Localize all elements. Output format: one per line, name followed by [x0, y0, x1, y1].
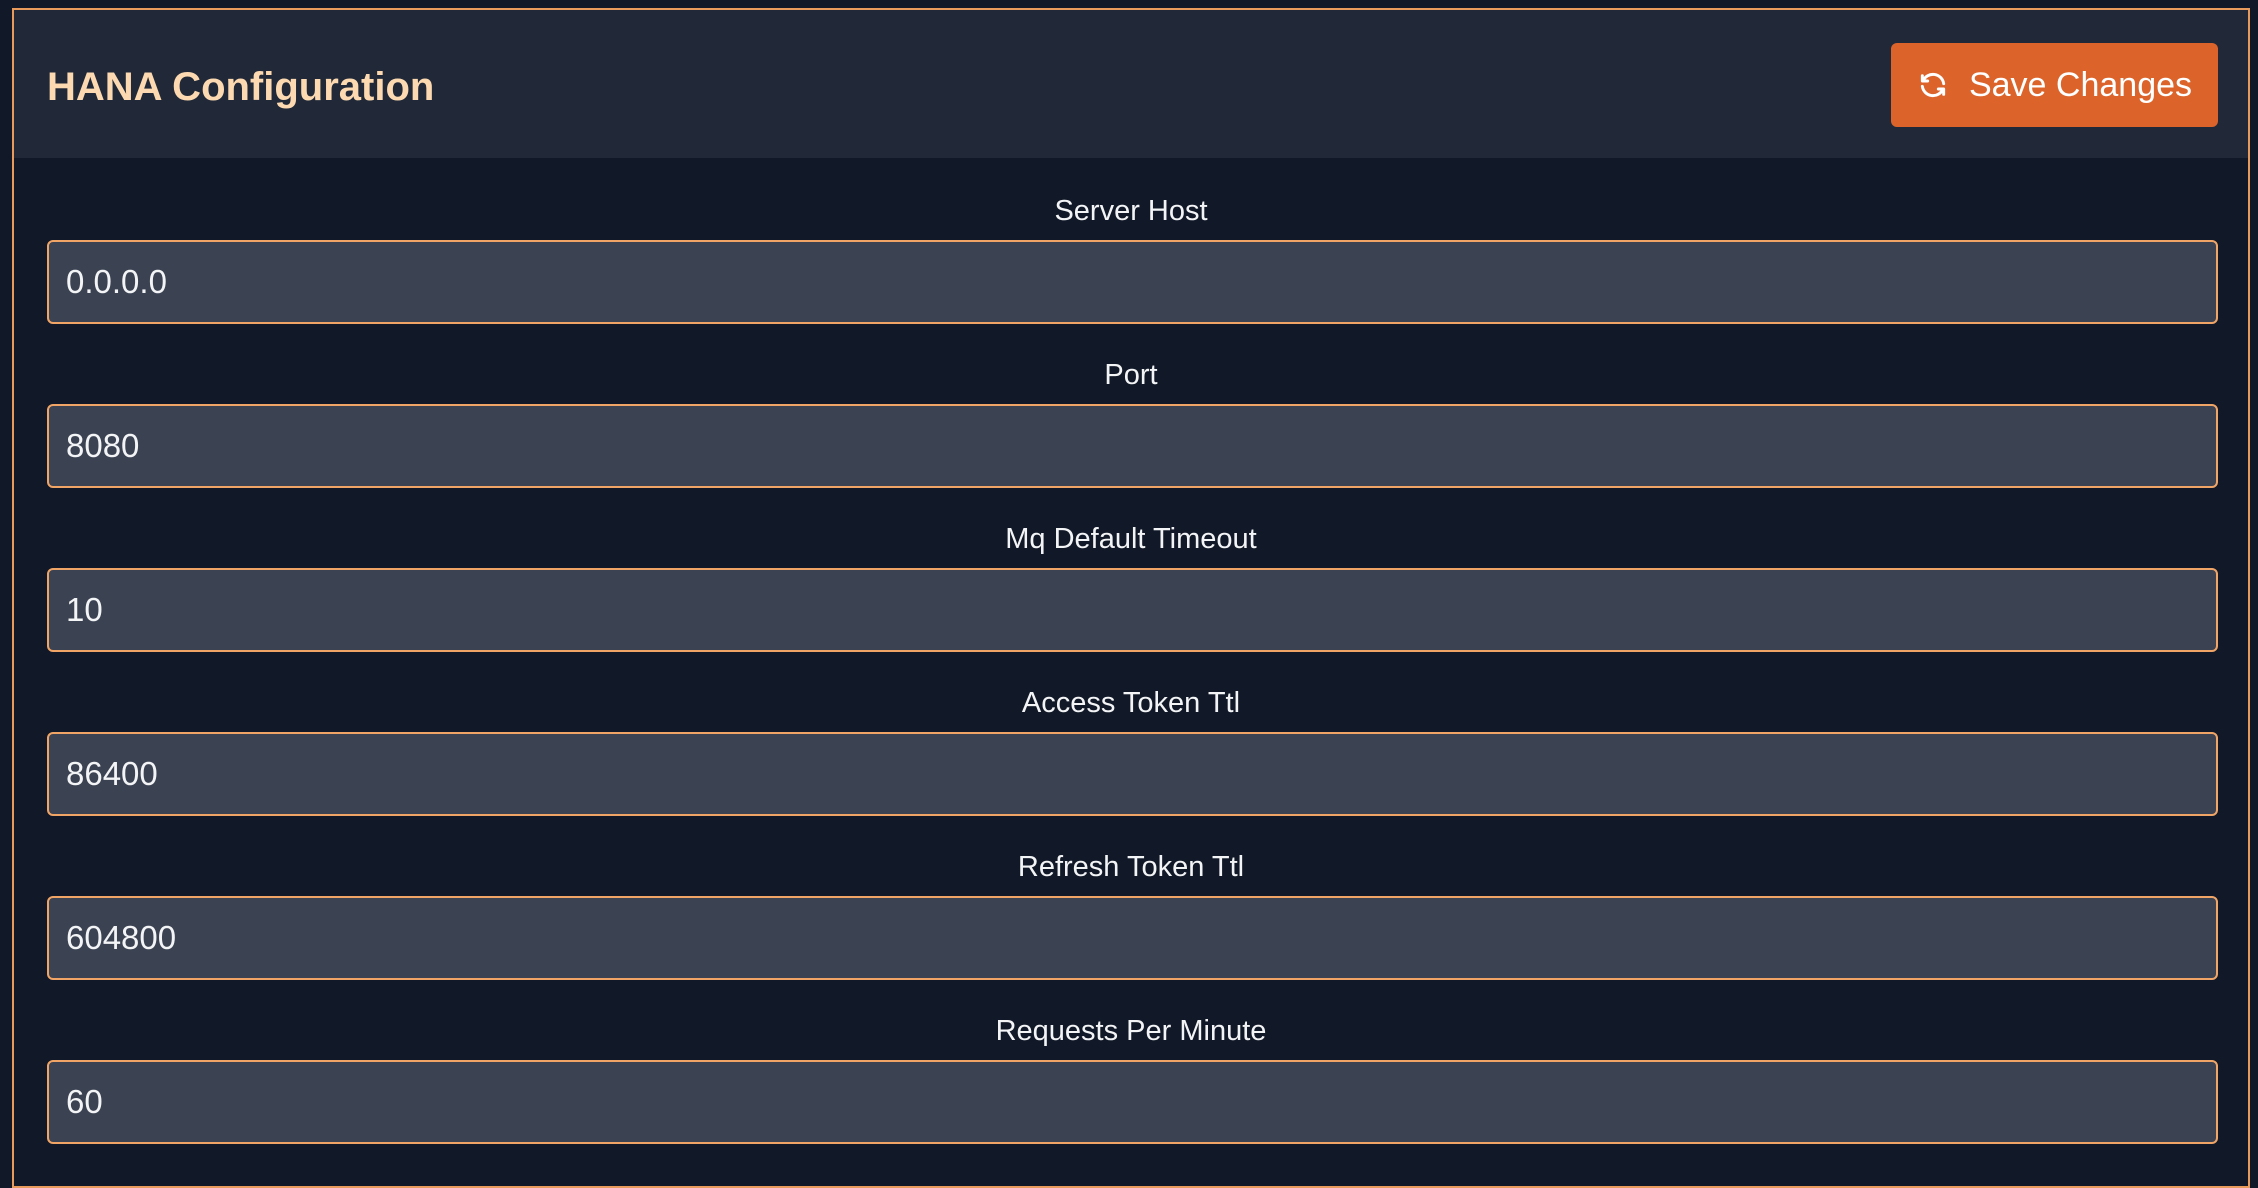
server-host-input[interactable]: [47, 240, 2218, 324]
save-changes-button[interactable]: Save Changes: [1891, 43, 2218, 127]
refresh-token-ttl-label: Refresh Token Ttl: [1017, 851, 1245, 883]
port-label: Port: [1104, 359, 1158, 391]
refresh-icon: [1920, 72, 1946, 98]
port-input[interactable]: [47, 404, 2218, 488]
requests-per-minute-label: Requests Per Minute: [995, 1015, 1267, 1047]
mq-default-timeout-label: Mq Default Timeout: [1005, 523, 1257, 555]
config-panel: HANA Configuration Save Changes Server H…: [12, 8, 2250, 1188]
requests-per-minute-input[interactable]: [47, 1060, 2218, 1144]
save-changes-label: Save Changes: [1968, 65, 2193, 104]
server-host-label: Server Host: [1054, 195, 1208, 227]
mq-default-timeout-input[interactable]: [47, 568, 2218, 652]
page-title: HANA Configuration: [47, 65, 435, 109]
refresh-token-ttl-input[interactable]: [47, 896, 2218, 980]
access-token-ttl-input[interactable]: [47, 732, 2218, 816]
panel-header: HANA Configuration Save Changes: [14, 10, 2248, 158]
access-token-ttl-label: Access Token Ttl: [1021, 687, 1241, 719]
